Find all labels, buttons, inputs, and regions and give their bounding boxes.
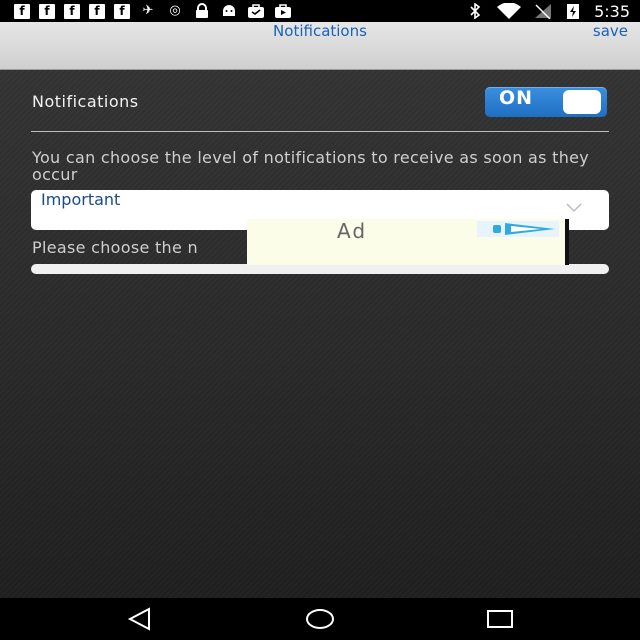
bluetooth-icon bbox=[466, 2, 484, 20]
video-bag-icon bbox=[274, 3, 292, 19]
toggle-knob bbox=[563, 90, 601, 114]
status-bar-time: 5:35 bbox=[594, 1, 630, 21]
navigation-bar bbox=[0, 598, 640, 640]
divider bbox=[31, 131, 609, 132]
lock-icon bbox=[193, 3, 211, 19]
header-bar: Notifications save bbox=[0, 22, 640, 70]
notification-level-description: You can choose the level of notification… bbox=[32, 148, 590, 184]
secondary-select[interactable] bbox=[31, 264, 609, 274]
status-bar: f f f f f ✈ ◎ 5:35 bbox=[0, 0, 640, 22]
facebook-icon: f bbox=[89, 3, 105, 19]
toggle-state-label: ON bbox=[499, 87, 534, 109]
back-icon[interactable] bbox=[125, 606, 155, 632]
android-icon bbox=[220, 3, 238, 19]
home-icon[interactable] bbox=[305, 606, 335, 632]
alarm-icon: ◎ bbox=[169, 3, 181, 18]
facebook-icon: f bbox=[39, 3, 55, 19]
status-bar-system: 5:35 bbox=[466, 1, 630, 21]
secondary-instruction: Please choose the n bbox=[32, 238, 198, 257]
ad-choices-icon[interactable] bbox=[477, 221, 559, 237]
battery-charging-icon bbox=[564, 3, 582, 19]
settings-panel: Notifications ON You can choose the leve… bbox=[0, 70, 640, 598]
notification-level-value: Important bbox=[41, 190, 121, 209]
ad-label: Ad bbox=[337, 219, 368, 243]
notifications-toggle[interactable]: ON bbox=[485, 87, 607, 117]
no-signal-icon bbox=[534, 3, 552, 20]
save-button[interactable]: save bbox=[593, 22, 628, 69]
satellite-icon: ✈ bbox=[142, 3, 154, 18]
shopping-bag-icon bbox=[247, 3, 265, 19]
recent-apps-icon[interactable] bbox=[485, 606, 515, 632]
wifi-icon bbox=[496, 2, 522, 19]
ad-banner[interactable]: Ad bbox=[247, 219, 569, 265]
notifications-label: Notifications bbox=[32, 92, 139, 111]
chevron-down-icon bbox=[566, 203, 582, 213]
facebook-icon: f bbox=[114, 3, 130, 19]
status-bar-notifications: f f f f f ✈ ◎ bbox=[14, 3, 292, 19]
page-title: Notifications bbox=[273, 22, 367, 40]
facebook-icon: f bbox=[64, 3, 80, 19]
facebook-icon: f bbox=[14, 3, 30, 19]
